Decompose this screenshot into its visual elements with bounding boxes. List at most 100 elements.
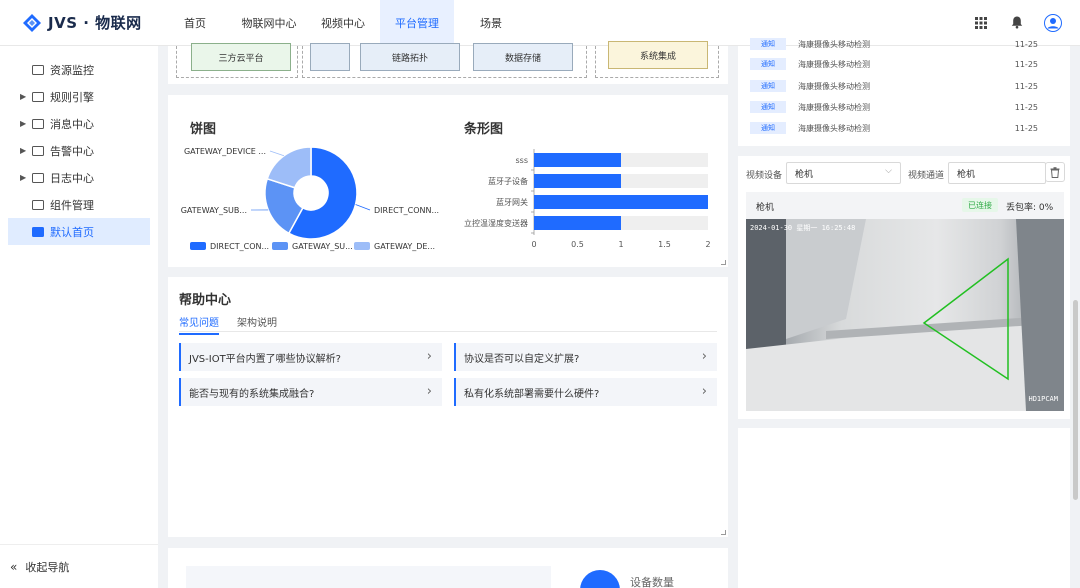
pie-slice-label: DIRECT_CONN... (374, 206, 439, 215)
faq-question: 协议是否可以自定义扩展? (464, 353, 580, 365)
device-count-label: 设备数量 (630, 576, 674, 588)
home-icon (32, 226, 44, 237)
resize-handle[interactable] (721, 530, 726, 535)
legend-swatch[interactable] (354, 242, 370, 250)
device-stats-panel: 设备数量 (168, 548, 728, 588)
rule-icon (32, 91, 44, 102)
help-center-title: 帮助中心 (179, 293, 232, 308)
arch-box-blank (310, 43, 350, 71)
component-icon (32, 199, 44, 210)
legend-label: GATEWAY_DE... (374, 242, 435, 251)
brand-logo[interactable]: JVS · 物联网 (0, 0, 158, 46)
video-channel-select[interactable]: 枪机 (948, 162, 1046, 184)
bar[interactable] (534, 195, 708, 209)
notice-text: 海康摄像头移动检测 (798, 39, 870, 49)
sidebar-item-message-center[interactable]: ▶ 消息中心 (8, 110, 150, 137)
sidebar-item-label: 默认首页 (50, 225, 94, 239)
notice-text: 海康摄像头移动检测 (798, 102, 870, 112)
main-nav: 首页 物联网中心 视频中心 平台管理 场景 (158, 0, 528, 46)
trash-icon[interactable] (1045, 162, 1065, 182)
collapse-nav-button[interactable]: « 收起导航 (0, 544, 158, 588)
right-lower-panel (738, 428, 1070, 588)
page-scrollbar[interactable] (1073, 300, 1078, 500)
message-icon (32, 118, 44, 129)
logo-icon (23, 13, 41, 32)
faq-item[interactable]: 协议是否可以自定义扩展? › (454, 343, 717, 371)
chevron-down-icon: ⌵ (885, 166, 892, 176)
notice-row[interactable]: 通知 海康摄像头移动检测 11-25 (750, 118, 1050, 138)
sidebar-item-component-management[interactable]: 组件管理 (8, 191, 150, 218)
bar-category-label: sss (515, 156, 528, 165)
notice-row[interactable]: 通知 海康摄像头移动检测 11-25 (750, 34, 1050, 54)
notice-tag: 通知 (750, 101, 786, 113)
apps-grid-icon[interactable] (972, 14, 990, 32)
bell-icon[interactable] (1008, 14, 1026, 32)
bar-x-tick-label: 0.5 (571, 240, 584, 249)
bar-x-tick-label: 2 (705, 240, 710, 249)
notice-date: 11-25 (1014, 39, 1038, 49)
video-osd-time: 2024-01-30 星期一 16:25:48 (750, 224, 856, 232)
faq-item[interactable]: 私有化系统部署需要什么硬件? › (454, 378, 717, 406)
video-osd-resolution: HD1PCAM (1028, 395, 1058, 403)
video-stream[interactable]: 2024-01-30 星期一 16:25:48 HD1PCAM (746, 219, 1064, 411)
bar-category-label: 蓝牙网关 (496, 197, 528, 207)
chevron-right-icon: › (426, 349, 432, 364)
legend-swatch[interactable] (272, 242, 288, 250)
sidebar-item-log-center[interactable]: ▶ 日志中心 (8, 164, 150, 191)
sidebar-item-resource-monitor[interactable]: 资源监控 (8, 56, 150, 83)
bar-x-tick-label: 0 (531, 240, 536, 249)
brand-name: JVS · 物联网 (48, 14, 142, 32)
camera-name: 枪机 (756, 203, 775, 213)
pie-slice[interactable] (266, 146, 312, 189)
arch-box-third-party-cloud: 三方云平台 (191, 43, 291, 71)
sidebar-item-rule-engine[interactable]: ▶ 规则引擎 (8, 83, 150, 110)
notice-tag: 通知 (750, 122, 786, 134)
bar-chart: sss 蓝牙子设备蓝牙网关立控温湿度变送器 0 0.5 1 1.5 2 (464, 149, 711, 249)
video-device-value: 枪机 (795, 169, 814, 180)
nav-scene[interactable]: 场景 (454, 0, 528, 46)
video-device-label: 视频设备 (746, 171, 783, 181)
caret-right-icon: ▶ (20, 146, 27, 155)
notice-tag: 通知 (750, 80, 786, 92)
user-avatar-icon[interactable] (1044, 13, 1062, 32)
bar-chart-title: 条形图 (464, 122, 504, 137)
arch-box-data-storage: 数据存储 (473, 43, 573, 71)
pie-chart: DIRECT_CONN... GATEWAY_SUB... GATEWAY_DEVI… (181, 146, 439, 251)
sidebar-item-default-home[interactable]: 默认首页 (8, 218, 150, 245)
nav-video-center[interactable]: 视频中心 (306, 0, 380, 46)
faq-question: 能否与现有的系统集成融合? (189, 388, 315, 400)
nav-iot-center[interactable]: 物联网中心 (232, 0, 306, 46)
bar[interactable] (534, 174, 621, 188)
resize-handle[interactable] (721, 260, 726, 265)
notice-row[interactable]: 通知 海康摄像头移动检测 11-25 (750, 54, 1050, 74)
legend-label: DIRECT_CON... (210, 242, 269, 251)
notice-text: 海康摄像头移动检测 (798, 59, 870, 69)
notice-row[interactable]: 通知 海康摄像头移动检测 11-25 (750, 97, 1050, 117)
legend-swatch[interactable] (190, 242, 206, 250)
notice-text: 海康摄像头移动检测 (798, 81, 870, 91)
collapse-nav-label: 收起导航 (25, 560, 70, 574)
notice-row[interactable]: 通知 海康摄像头移动检测 11-25 (750, 76, 1050, 96)
bar[interactable] (534, 216, 621, 230)
arch-box-link-topology: 链路拓扑 (360, 43, 460, 71)
device-count-icon (580, 570, 620, 588)
faq-item[interactable]: JVS-IOT平台内置了哪些协议解析? › (179, 343, 442, 371)
bar-x-tick-label: 1 (618, 240, 623, 249)
nav-home[interactable]: 首页 (158, 0, 232, 46)
video-device-select[interactable]: 枪机 ⌵ (786, 162, 901, 184)
nav-platform-management[interactable]: 平台管理 (380, 0, 454, 46)
packet-loss-rate: 丢包率: 0% (1006, 203, 1054, 213)
bar[interactable] (534, 153, 621, 167)
notice-date: 11-25 (1014, 102, 1038, 112)
faq-question: 私有化系统部署需要什么硬件? (464, 388, 600, 400)
notice-tag: 通知 (750, 38, 786, 50)
chevron-right-icon: › (701, 349, 707, 364)
notice-tag: 通知 (750, 58, 786, 70)
sidebar-item-alarm-center[interactable]: ▶ 告警中心 (8, 137, 150, 164)
video-channel-label: 视频通道 (908, 171, 945, 181)
caret-right-icon: ▶ (20, 173, 27, 182)
caret-right-icon: ▶ (20, 119, 27, 128)
sidebar-item-label: 组件管理 (50, 198, 94, 212)
notice-date: 11-25 (1014, 123, 1038, 133)
faq-item[interactable]: 能否与现有的系统集成融合? › (179, 378, 442, 406)
